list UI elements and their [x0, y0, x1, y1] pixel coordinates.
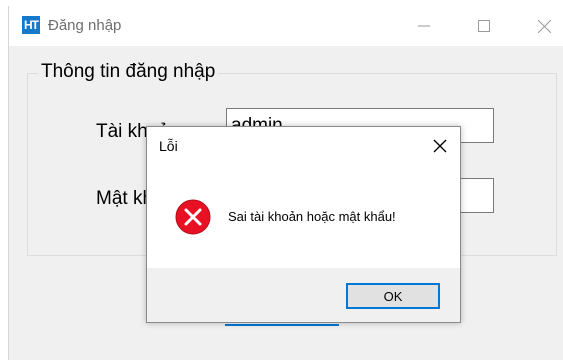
group-title: Thông tin đăng nhập — [38, 61, 219, 83]
close-icon — [537, 19, 551, 33]
window-close-button[interactable] — [521, 6, 563, 46]
title-bar[interactable]: HT Đăng nhập — [9, 6, 563, 46]
maximize-icon — [478, 20, 490, 32]
app-icon: HT — [22, 16, 40, 34]
dialog-title: Lỗi — [159, 138, 178, 154]
maximize-button[interactable] — [461, 6, 507, 46]
error-icon — [175, 199, 211, 235]
dialog-close-button[interactable] — [425, 131, 455, 161]
minimize-icon — [418, 25, 430, 27]
window-title: Đăng nhập — [48, 17, 122, 34]
dialog-footer: OK — [147, 268, 460, 322]
error-dialog: Lỗi Sai tài khoản hoặc mật khẩu! OK — [146, 126, 461, 323]
error-message: Sai tài khoản hoặc mật khẩu! — [228, 209, 396, 224]
close-icon — [433, 139, 447, 153]
minimize-button[interactable] — [401, 6, 447, 46]
ok-button[interactable]: OK — [346, 283, 440, 309]
